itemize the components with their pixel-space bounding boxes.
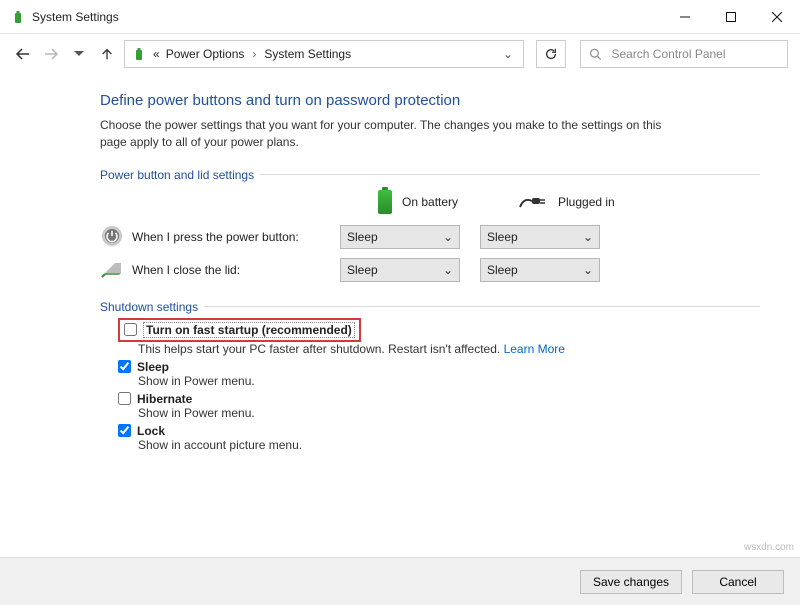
sleep-checkbox[interactable] xyxy=(118,360,131,373)
chevron-down-icon: ⌄ xyxy=(443,230,453,244)
sleep-description: Show in Power menu. xyxy=(138,374,760,388)
close-button[interactable] xyxy=(754,0,800,34)
section-label: Power button and lid settings xyxy=(100,168,254,182)
lock-checkbox[interactable] xyxy=(118,424,131,437)
breadcrumb-item[interactable]: Power Options xyxy=(166,47,245,61)
fast-startup-checkbox[interactable] xyxy=(124,323,137,336)
titlebar: System Settings xyxy=(0,0,800,34)
search-input[interactable] xyxy=(609,46,779,62)
sleep-label[interactable]: Sleep xyxy=(137,360,169,374)
minimize-button[interactable] xyxy=(662,0,708,34)
shutdown-settings-section: Shutdown settings Turn on fast startup (… xyxy=(100,300,760,452)
divider xyxy=(204,306,760,307)
highlight-annotation: Turn on fast startup (recommended) xyxy=(118,318,361,342)
chevron-down-icon: ⌄ xyxy=(443,263,453,277)
row-label: When I press the power button: xyxy=(132,230,340,244)
plug-icon xyxy=(518,195,548,209)
close-lid-plugged-select[interactable]: Sleep ⌄ xyxy=(480,258,600,282)
power-options-icon xyxy=(131,46,147,62)
breadcrumb-glyph: « xyxy=(153,47,160,61)
column-label: Plugged in xyxy=(558,195,615,209)
address-dropdown-button[interactable]: ⌄ xyxy=(499,47,517,61)
learn-more-link[interactable]: Learn More xyxy=(504,342,565,356)
breadcrumb-item[interactable]: System Settings xyxy=(264,47,351,61)
nav-row: « Power Options › System Settings ⌄ xyxy=(0,34,800,74)
hibernate-checkbox[interactable] xyxy=(118,392,131,405)
hibernate-option: Hibernate Show in Power menu. xyxy=(118,392,760,420)
fast-startup-option: Turn on fast startup (recommended) This … xyxy=(118,318,760,356)
power-button-row: When I press the power button: Sleep ⌄ S… xyxy=(100,224,760,251)
lock-label[interactable]: Lock xyxy=(137,424,165,438)
column-on-battery: On battery xyxy=(378,190,498,214)
forward-button[interactable] xyxy=(40,43,62,65)
battery-icon xyxy=(378,190,392,214)
close-lid-battery-select[interactable]: Sleep ⌄ xyxy=(340,258,460,282)
address-bar[interactable]: « Power Options › System Settings ⌄ xyxy=(124,40,524,68)
content-area: Define power buttons and turn on passwor… xyxy=(0,74,800,452)
power-button-battery-select[interactable]: Sleep ⌄ xyxy=(340,225,460,249)
recent-locations-button[interactable] xyxy=(68,43,90,65)
power-button-lid-section: Power button and lid settings On battery… xyxy=(100,168,760,284)
divider xyxy=(260,174,760,175)
chevron-right-icon: › xyxy=(250,47,258,61)
search-icon xyxy=(589,47,601,61)
lock-description: Show in account picture menu. xyxy=(138,438,760,452)
lock-option: Lock Show in account picture menu. xyxy=(118,424,760,452)
window-title: System Settings xyxy=(32,10,119,24)
hibernate-label[interactable]: Hibernate xyxy=(137,392,192,406)
lid-icon xyxy=(100,257,132,284)
save-changes-button[interactable]: Save changes xyxy=(580,570,682,594)
chevron-down-icon: ⌄ xyxy=(583,263,593,277)
section-label: Shutdown settings xyxy=(100,300,198,314)
chevron-down-icon: ⌄ xyxy=(583,230,593,244)
fast-startup-description: This helps start your PC faster after sh… xyxy=(138,342,504,356)
up-button[interactable] xyxy=(96,43,118,65)
maximize-button[interactable] xyxy=(708,0,754,34)
power-options-icon xyxy=(10,9,26,25)
watermark: wsxdn.com xyxy=(744,542,794,553)
back-button[interactable] xyxy=(12,43,34,65)
footer: Save changes Cancel xyxy=(0,557,800,605)
power-button-icon xyxy=(100,224,132,251)
column-plugged-in: Plugged in xyxy=(518,195,638,209)
page-description: Choose the power settings that you want … xyxy=(100,117,680,152)
row-label: When I close the lid: xyxy=(132,263,340,277)
refresh-button[interactable] xyxy=(536,40,566,68)
cancel-button[interactable]: Cancel xyxy=(692,570,784,594)
close-lid-row: When I close the lid: Sleep ⌄ Sleep ⌄ xyxy=(100,257,760,284)
page-heading: Define power buttons and turn on passwor… xyxy=(100,92,760,109)
column-label: On battery xyxy=(402,195,458,209)
fast-startup-label[interactable]: Turn on fast startup (recommended) xyxy=(143,322,355,338)
search-box[interactable] xyxy=(580,40,788,68)
hibernate-description: Show in Power menu. xyxy=(138,406,760,420)
sleep-option: Sleep Show in Power menu. xyxy=(118,360,760,388)
power-button-plugged-select[interactable]: Sleep ⌄ xyxy=(480,225,600,249)
